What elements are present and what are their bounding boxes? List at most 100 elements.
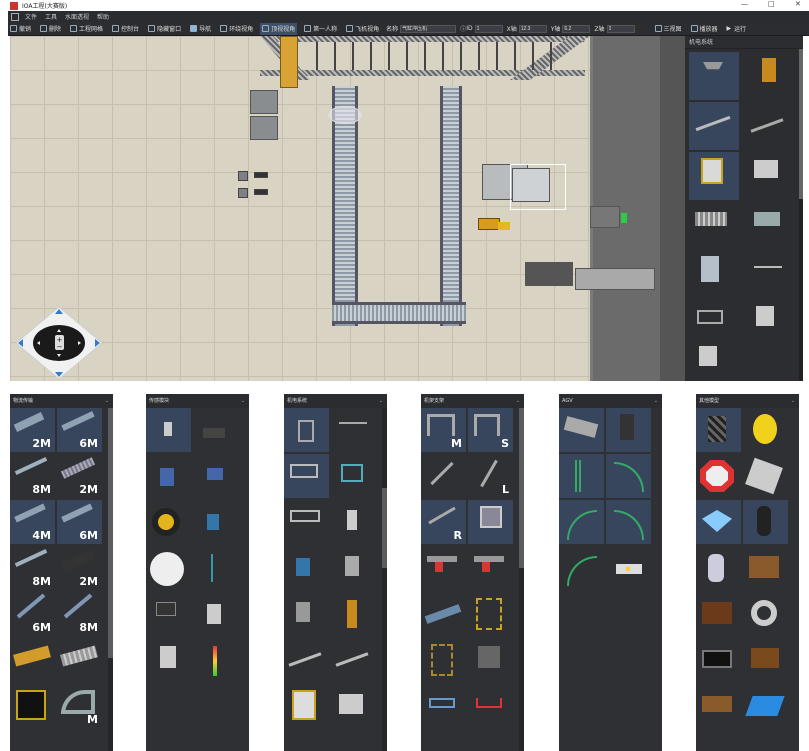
conveyor-tile[interactable]: M (57, 684, 102, 728)
electromech-tile[interactable] (331, 546, 376, 590)
id-input[interactable] (474, 24, 503, 33)
electromech-tile[interactable] (331, 454, 376, 498)
conveyor-tile[interactable]: 8M (10, 546, 55, 590)
frame-tile[interactable]: R (421, 500, 466, 544)
electromech-tile[interactable] (284, 408, 329, 452)
model-tile[interactable] (743, 592, 788, 636)
conveyor-tile[interactable] (10, 684, 55, 728)
conveyor-bottom[interactable] (332, 302, 466, 324)
undo-button[interactable]: 撤销 (8, 23, 33, 35)
frame-tile[interactable] (468, 500, 513, 544)
conveyor-right[interactable] (440, 86, 462, 326)
frame-tile[interactable] (421, 592, 466, 636)
maximize-button[interactable]: □ (768, 0, 775, 8)
sensor-tile[interactable] (146, 592, 191, 636)
x-input[interactable] (518, 24, 547, 33)
model-tile[interactable] (743, 500, 788, 544)
conveyor-tile[interactable]: 2M (57, 546, 102, 590)
model-tile[interactable] (696, 408, 741, 452)
three-view-button[interactable]: 三视图 (653, 23, 684, 35)
conveyor-tile[interactable]: 6M (10, 592, 55, 636)
model-tile[interactable] (743, 408, 788, 452)
long-table[interactable] (575, 268, 655, 290)
sensor-tile[interactable] (146, 638, 191, 682)
component-tile[interactable] (744, 102, 794, 150)
turntable[interactable] (328, 106, 362, 124)
agv-tile[interactable] (559, 500, 604, 544)
minimize-button[interactable]: — (741, 0, 748, 8)
agv-tile[interactable] (606, 454, 651, 498)
sensor-tile[interactable] (146, 546, 191, 590)
sensor-tile[interactable] (146, 408, 191, 452)
first-person-button[interactable]: 第一人称 (302, 23, 339, 35)
side-panel-scrollbar[interactable] (799, 49, 803, 381)
frame-tile[interactable] (421, 454, 466, 498)
agv-tile[interactable] (606, 500, 651, 544)
electromech-tile[interactable] (284, 684, 329, 728)
electromech-tile[interactable] (284, 546, 329, 590)
sensor-unit[interactable] (238, 188, 248, 198)
component-tile[interactable] (689, 252, 739, 300)
close-button[interactable]: ✕ (795, 0, 801, 8)
electromech-tile[interactable] (331, 500, 376, 544)
console-button[interactable]: 控制台 (110, 23, 141, 35)
conveyor-tile[interactable]: 6M (57, 500, 102, 544)
component-tile[interactable] (689, 152, 739, 200)
component-tile[interactable] (689, 102, 739, 150)
frame-tile[interactable]: M (421, 408, 466, 452)
delete-button[interactable]: 删除 (38, 23, 63, 35)
frame-tile[interactable]: L (468, 454, 513, 498)
chevron-down-icon[interactable]: ⌄ (241, 394, 245, 408)
robot-arm[interactable] (478, 218, 500, 230)
electromech-tile[interactable] (331, 592, 376, 636)
sensor-unit[interactable] (238, 171, 248, 181)
conveyor-tile[interactable] (10, 638, 55, 682)
model-tile[interactable] (696, 684, 741, 728)
sensor-unit[interactable] (254, 172, 268, 178)
frame-tile[interactable] (468, 684, 513, 728)
agv-tile[interactable] (606, 546, 651, 590)
agv-tile[interactable] (559, 454, 604, 498)
model-tile[interactable] (696, 454, 741, 498)
menu-tools[interactable]: 工具 (45, 12, 57, 21)
conveyor-tile[interactable]: 6M (57, 408, 102, 452)
top-view-button[interactable]: 顶视视角 (260, 22, 298, 35)
model-tile[interactable] (696, 546, 741, 590)
frame-tile[interactable] (468, 638, 513, 682)
conveyor-tile[interactable]: 2M (10, 408, 55, 452)
conveyor-tile[interactable]: 4M (10, 500, 55, 544)
z-input[interactable] (606, 24, 635, 33)
plane-view-button[interactable]: 飞机视角 (344, 23, 381, 35)
sensor-tile[interactable] (193, 500, 238, 544)
hide-window-button[interactable]: 隐藏窗口 (146, 23, 183, 35)
model-tile[interactable] (743, 454, 788, 498)
door-frame[interactable] (590, 206, 620, 228)
frame-tile[interactable] (468, 592, 513, 636)
chevron-down-icon[interactable]: ⌄ (791, 394, 795, 408)
chevron-down-icon[interactable]: ⌄ (516, 394, 520, 408)
conveyor-tile[interactable]: 8M (10, 454, 55, 498)
model-tile[interactable] (696, 500, 741, 544)
electromech-tile[interactable] (284, 592, 329, 636)
frame-tile[interactable] (421, 638, 466, 682)
agv-tile[interactable] (559, 408, 604, 452)
conveyor-tile[interactable] (57, 638, 102, 682)
frame-tile[interactable] (468, 546, 513, 590)
component-tile[interactable] (744, 152, 794, 200)
component-tile[interactable] (689, 52, 739, 100)
component-tile[interactable] (744, 52, 794, 100)
electromech-tile[interactable] (331, 638, 376, 682)
frame-tile[interactable] (421, 684, 466, 728)
run-button[interactable]: ▶ 运行 (725, 23, 749, 35)
sensor-tile[interactable] (193, 546, 238, 590)
agv-tile[interactable] (606, 408, 651, 452)
sensor-tile[interactable] (193, 408, 238, 452)
name-input[interactable] (400, 24, 457, 33)
navigation-pad[interactable]: + − (14, 305, 104, 381)
model-tile[interactable] (743, 638, 788, 682)
sensor-tile[interactable] (193, 638, 238, 682)
control-cabinet[interactable] (250, 116, 278, 140)
robot-arm-tool[interactable] (498, 222, 510, 230)
panel-scrollbar[interactable] (382, 408, 387, 751)
electromech-tile[interactable] (284, 500, 329, 544)
